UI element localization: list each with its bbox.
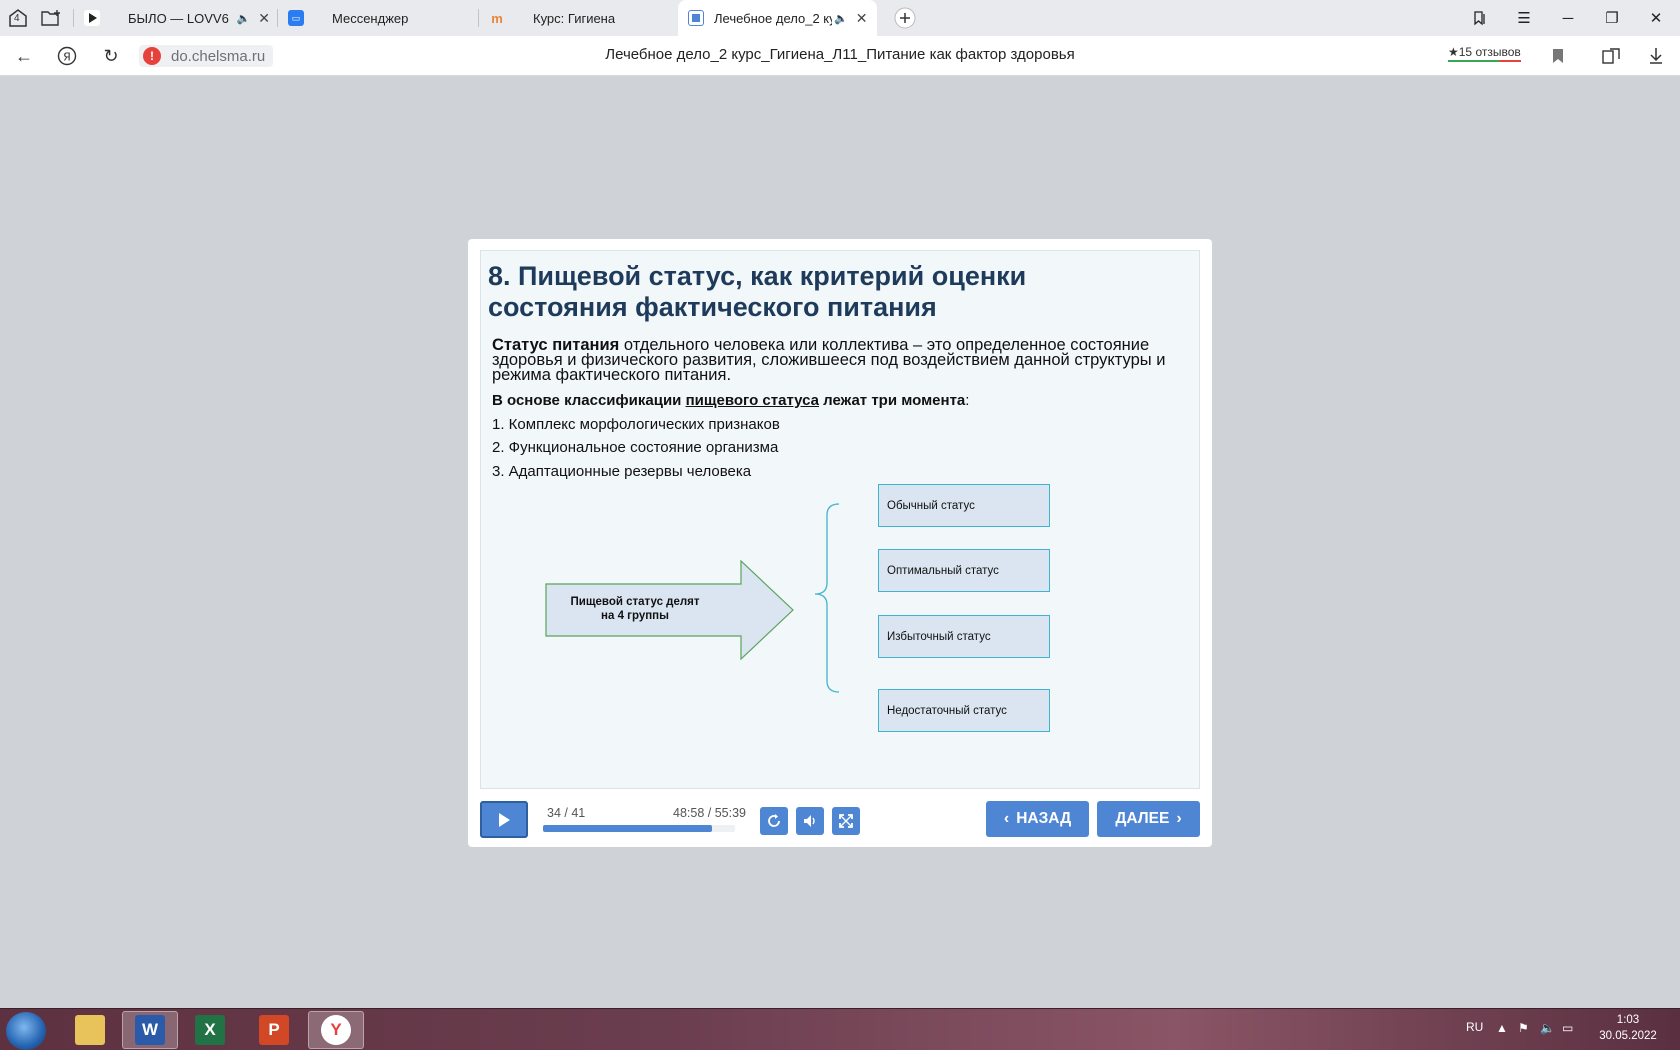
basis-pre: В основе классификации [492, 392, 686, 409]
fullscreen-icon [839, 814, 853, 828]
tab-course[interactable]: m Курс: Гигиена [489, 0, 669, 36]
status-box: Избыточный статус [878, 615, 1050, 658]
speaker-icon[interactable]: 🔈 [834, 12, 848, 25]
fullscreen-button[interactable] [832, 807, 860, 835]
minimize-icon[interactable]: ─ [1554, 6, 1582, 30]
progress-fill [543, 825, 712, 832]
brace-shape [814, 503, 840, 693]
next-button[interactable]: ДАЛЕЕ › [1097, 801, 1200, 837]
chevron-right-icon: › [1176, 810, 1182, 827]
taskbar-powerpoint[interactable]: P [246, 1011, 302, 1049]
extensions-icon[interactable] [1598, 44, 1624, 68]
menu-icon[interactable]: ☰ [1510, 6, 1538, 30]
reload-icon[interactable]: ↻ [97, 44, 125, 68]
status-box: Оптимальный статус [878, 549, 1050, 592]
basis-colon: : [965, 392, 970, 409]
tab-messenger[interactable]: ▭ Мессенджер [288, 0, 468, 36]
restore-icon[interactable]: ❐ [1598, 6, 1626, 30]
new-group-icon[interactable] [39, 7, 63, 29]
download-icon[interactable] [1643, 44, 1669, 68]
clock[interactable]: 1:03 30.05.2022 [1590, 1012, 1666, 1044]
status-box: Недостаточный статус [878, 689, 1050, 732]
back-icon[interactable]: ← [10, 44, 38, 68]
status-box: Обычный статус [878, 484, 1050, 527]
time-readout: 48:58 / 55:39 [673, 806, 746, 820]
flag-icon[interactable]: ⚑ [1518, 1021, 1529, 1035]
slide-player: 8. Пищевой статус, как критерий оценки с… [468, 239, 1212, 847]
tab-label: Лечебное дело_2 ку [714, 10, 832, 26]
close-tab-icon[interactable]: ✕ [856, 10, 868, 27]
list-item: 1. Комплекс морфологических признаков [492, 416, 780, 433]
tray-expand-icon[interactable]: ▲ [1496, 1021, 1508, 1035]
slide-counter: 34 / 41 [547, 806, 586, 820]
definition-text: Статус питания отдельного человека или к… [492, 337, 1182, 384]
taskbar-excel[interactable]: X [182, 1011, 238, 1049]
yandex-icon[interactable]: Я [53, 44, 81, 68]
yandex-browser-icon: Y [321, 1015, 351, 1045]
tab-music[interactable]: БЫЛО — LOVV66 🔈 ✕ [84, 0, 270, 36]
svg-text:Я: Я [63, 51, 71, 64]
tab-strip: 4 БЫЛО — LOVV66 🔈 ✕ ▭ Мессенджер m Курс:… [0, 0, 1680, 36]
powerpoint-icon: P [259, 1015, 289, 1045]
network-icon[interactable]: ▭ [1562, 1021, 1573, 1035]
volume-button[interactable] [796, 807, 824, 835]
back-button[interactable]: ‹ НАЗАД [986, 801, 1089, 837]
tab-counter-button[interactable]: 4 [6, 7, 30, 29]
url-field[interactable]: ! do.chelsma.ru [139, 45, 274, 67]
tab-label: Мессенджер [332, 10, 409, 26]
volume-icon [804, 815, 815, 827]
tab-label: БЫЛО — LOVV66 [128, 10, 229, 26]
start-button[interactable] [6, 1012, 46, 1050]
taskbar-word[interactable]: W [122, 1011, 178, 1049]
taskbar-explorer[interactable] [62, 1011, 118, 1049]
tab-counter: 4 [14, 13, 20, 24]
clock-date: 30.05.2022 [1599, 1030, 1657, 1042]
close-window-icon[interactable]: ✕ [1642, 6, 1670, 30]
bookmarks-panel-icon[interactable] [1466, 6, 1494, 30]
basis-post: лежат три момента [819, 392, 966, 409]
folder-icon [75, 1015, 105, 1045]
excel-icon: X [195, 1015, 225, 1045]
progress-bar[interactable] [543, 825, 735, 832]
document-icon [688, 10, 704, 26]
new-tab-button[interactable] [893, 7, 917, 29]
tab-lecture[interactable]: Лечебное дело_2 ку 🔈 ✕ [678, 0, 877, 36]
address-bar: ← Я ↻ ! do.chelsma.ru Лечебное дело_2 ку… [0, 36, 1680, 76]
speaker-icon[interactable]: 🔈 [237, 12, 251, 25]
classification-heading: В основе классификации пищевого статуса … [492, 392, 969, 409]
slide-canvas: 8. Пищевой статус, как критерий оценки с… [480, 250, 1200, 789]
bookmark-icon[interactable] [1545, 44, 1571, 68]
taskbar-yandex-browser[interactable]: Y [308, 1011, 364, 1049]
clock-time: 1:03 [1616, 1014, 1640, 1026]
plus-icon [894, 7, 916, 29]
close-tab-icon[interactable]: ✕ [258, 10, 270, 27]
slide-title: 8. Пищевой статус, как критерий оценки с… [488, 261, 1027, 322]
play-icon [499, 812, 510, 827]
chevron-left-icon: ‹ [1003, 810, 1010, 827]
word-icon: W [135, 1015, 165, 1045]
messenger-icon: ▭ [288, 10, 304, 26]
arrow-label: Пищевой статус делят на 4 группы [570, 596, 700, 622]
list-item: 2. Функциональное состояние организма [492, 439, 779, 456]
play-favicon-icon [84, 10, 100, 26]
replay-button[interactable] [760, 807, 788, 835]
back-label: НАЗАД [1016, 810, 1072, 827]
taskbar: W X P Y RU ▲ ⚑ 🔈 ▭ 1:03 30.05.2022 [0, 1008, 1680, 1050]
reviews-link[interactable]: ★15 отзывов [1448, 45, 1521, 62]
language-indicator[interactable]: RU [1466, 1020, 1483, 1034]
replay-icon [768, 814, 780, 827]
volume-tray-icon[interactable]: 🔈 [1540, 1021, 1555, 1035]
play-button[interactable] [480, 801, 528, 838]
list-item: 3. Адаптационные резервы человека [492, 463, 752, 480]
page-title: Лечебное дело_2 курс_Гигиена_Л11_Питание… [605, 46, 1075, 63]
next-label: ДАЛЕЕ [1115, 810, 1170, 827]
url-text: do.chelsma.ru [171, 47, 266, 65]
moodle-icon: m [491, 10, 503, 26]
tab-label: Курс: Гигиена [533, 10, 616, 26]
warning-icon[interactable]: ! [143, 47, 161, 65]
basis-link: пищевого статуса [685, 392, 819, 409]
